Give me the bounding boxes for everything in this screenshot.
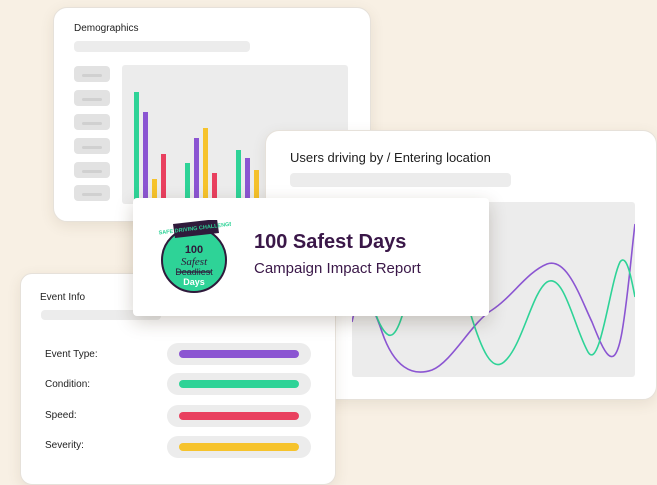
demographics-title: Demographics (74, 23, 139, 34)
demographics-bar (203, 128, 208, 204)
demographics-side-item (74, 138, 110, 154)
event-type-label: Event Type: (45, 349, 98, 360)
demographics-bar (134, 92, 139, 204)
users-chart-subtitle-placeholder (290, 173, 511, 187)
demographics-bar (194, 138, 199, 204)
demographics-side-item (74, 185, 110, 201)
hero-card: SAFE DRIVING CHALLENGE 100 Safest Deadli… (133, 198, 489, 316)
speed-value (167, 405, 311, 427)
severity-value (167, 436, 311, 458)
severity-bar (179, 443, 299, 451)
speed-label: Speed: (45, 410, 77, 421)
demographics-side-item (74, 90, 110, 106)
demographics-bar (143, 112, 148, 204)
severity-label: Severity: (45, 440, 84, 451)
demographics-bar (236, 150, 241, 204)
logo-bottom-word: Days (183, 277, 205, 287)
demographics-subtitle-placeholder (74, 41, 250, 52)
demographics-side-item (74, 162, 110, 178)
logo-number: 100 (185, 244, 203, 256)
users-chart-title: Users driving by / Entering location (290, 150, 491, 165)
condition-bar (179, 380, 299, 388)
safest-days-logo: SAFE DRIVING CHALLENGE 100 Safest Deadli… (158, 220, 231, 293)
event-type-bar (179, 350, 299, 358)
demographics-side-item (74, 114, 110, 130)
hero-subtitle: Campaign Impact Report (254, 260, 421, 277)
demographics-bar (161, 154, 166, 204)
speed-bar (179, 412, 299, 420)
condition-value (167, 373, 311, 395)
event-info-title: Event Info (40, 292, 86, 303)
demographics-side-item (74, 66, 110, 82)
event-type-value (167, 343, 311, 365)
condition-label: Condition: (45, 379, 91, 390)
hero-title: 100 Safest Days (254, 231, 407, 253)
